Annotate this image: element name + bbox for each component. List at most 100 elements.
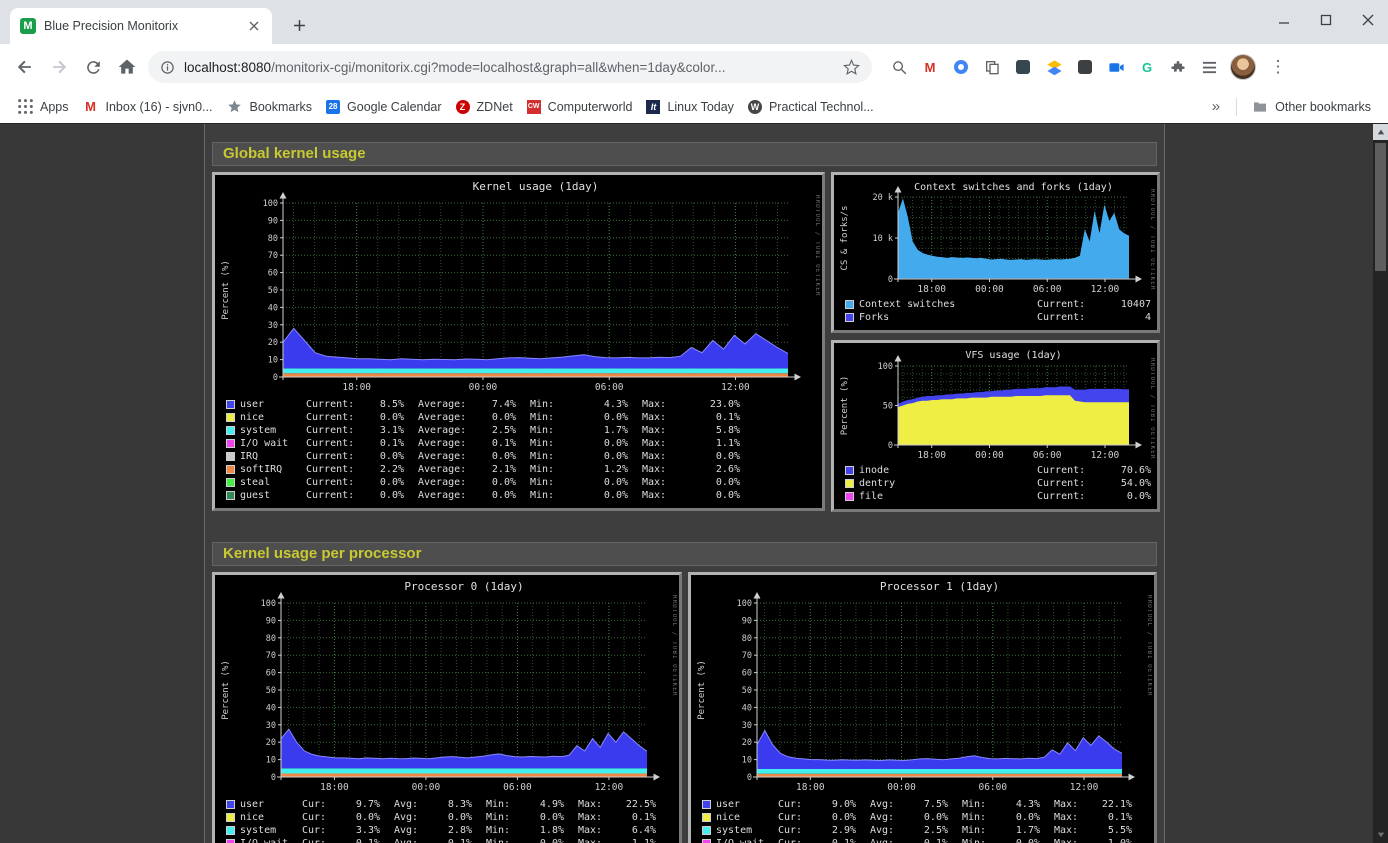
new-tab-button[interactable] [286, 12, 312, 38]
legend-row-system: systemCur:2.9%Avg:2.5%Min:1.7%Max:5.5% [702, 824, 1148, 837]
legend-stat-value: 4.9% [522, 799, 564, 810]
browser-menu-icon[interactable]: ⋮ [1266, 57, 1290, 77]
list-extension-icon[interactable] [1198, 56, 1220, 78]
context-switches-chart-panel[interactable]: 010 k20 k18:0000:0006:0012:00Context swi… [831, 172, 1160, 333]
vfs-usage-chart-panel[interactable]: 05010018:0000:0006:0012:00VFS usage (1da… [831, 340, 1160, 512]
legend-row-dentry: dentryCurrent:54.0% [845, 477, 1151, 490]
legend-swatch [845, 492, 854, 501]
browser-tab[interactable]: M Blue Precision Monitorix [10, 8, 272, 44]
scrollbar-down-icon[interactable] [1373, 827, 1388, 843]
bookmark-item-bookmarks[interactable]: Bookmarks [220, 96, 320, 118]
legend-swatch [702, 839, 711, 843]
legend-row-irq: IRQCurrent:0.0%Average:0.0%Min:0.0%Max:0… [226, 450, 816, 463]
bookmark-item-computerworld[interactable]: CWComputerworld [520, 97, 640, 117]
camera-extension-icon[interactable] [1105, 56, 1127, 78]
legend-stat-name: Min: [530, 425, 588, 436]
kernel-usage-legend: userCurrent:8.5%Average:7.4%Min:4.3%Max:… [217, 395, 820, 502]
grammarly-extension-icon[interactable]: G [1136, 56, 1158, 78]
page-scrollbar[interactable] [1373, 124, 1388, 843]
y-axis-tick-label: 90 [742, 616, 752, 626]
bookmark-item-zdnet[interactable]: ZZDNet [449, 97, 520, 117]
legend-stat-value: 0.1% [476, 438, 516, 449]
x-axis-tick-label: 00:00 [412, 782, 441, 793]
puzzle-extension-icon[interactable] [1167, 56, 1189, 78]
legend-stat-name: Max: [578, 812, 614, 823]
blue-circle-extension-icon[interactable] [950, 56, 972, 78]
x-axis-tick-label: 00:00 [469, 382, 498, 393]
legend-series-label: Forks [859, 312, 1037, 323]
legend-stat-name: Avg: [870, 812, 906, 823]
dark-app-extension-icon[interactable] [1012, 56, 1034, 78]
back-icon[interactable] [10, 52, 40, 82]
rrdtool-watermark: RRDTOOL / TOBI OETIKER [1149, 189, 1155, 290]
forward-icon[interactable] [44, 52, 74, 82]
url-text[interactable]: localhost:8080/monitorix-cgi/monitorix.c… [184, 60, 843, 75]
home-icon[interactable] [112, 52, 142, 82]
legend-row-user: userCur:9.0%Avg:7.5%Min:4.3%Max:22.1% [702, 798, 1148, 811]
legend-stat-name: Min: [962, 799, 998, 810]
y-axis-tick-label: 0 [888, 275, 893, 285]
url-bar[interactable]: localhost:8080/monitorix-cgi/monitorix.c… [148, 51, 872, 83]
legend-stat-value: 1.7% [588, 425, 628, 436]
dark-box-extension-icon[interactable] [1074, 56, 1096, 78]
bookmark-item-apps[interactable]: Apps [10, 96, 76, 118]
chart-title: VFS usage (1day) [965, 350, 1061, 361]
legend-series-label: I/O wait [240, 838, 302, 843]
maximize-button[interactable] [1318, 12, 1334, 28]
legend-stat-name: Avg: [394, 825, 430, 836]
legend-series-label: I/O wait [240, 438, 306, 449]
legend-stat-value: 0.0% [998, 838, 1040, 843]
legend-stat-name: Min: [962, 838, 998, 843]
legend-stat-name: Max: [642, 399, 700, 410]
y-axis-tick-label: 40 [742, 703, 752, 713]
kernel-usage-chart-panel[interactable]: 010203040506070809010018:0000:0006:0012:… [212, 172, 825, 511]
processor-0-chart-panel[interactable]: 010203040506070809010018:0000:0006:0012:… [212, 572, 682, 843]
reload-icon[interactable] [78, 52, 108, 82]
processor-1-chart: 010203040506070809010018:0000:0006:0012:… [693, 577, 1152, 795]
layers-extension-icon[interactable] [1043, 56, 1065, 78]
legend-row-user: userCurrent:8.5%Average:7.4%Min:4.3%Max:… [226, 398, 816, 411]
bookmarks-overflow-chevron[interactable]: » [1204, 98, 1228, 115]
y-axis-tick-label: 90 [266, 616, 276, 626]
tab-close-icon[interactable] [246, 18, 262, 34]
legend-stat-value: 0.0% [364, 451, 404, 462]
legend-stat-value: 0.0% [700, 490, 740, 501]
scrollbar-up-icon[interactable] [1373, 124, 1388, 140]
legend-stat-value: 4 [1097, 312, 1151, 323]
bookmark-star-icon[interactable] [843, 59, 860, 76]
minimize-button[interactable] [1276, 12, 1292, 28]
legend-stat-value: 9.0% [814, 799, 856, 810]
legend-series-label: file [859, 491, 1037, 502]
y-axis-tick-label: 100 [737, 599, 752, 609]
bookmark-item-practical-technol[interactable]: WPractical Technol... [741, 97, 881, 117]
chart-svg-ctx: 010 k20 k18:0000:0006:0012:00Context swi… [836, 177, 1155, 295]
page-info-icon[interactable] [160, 60, 175, 75]
bookmarks-bar: AppsMInbox (16) - sjvn0...Bookmarks28Goo… [0, 90, 1388, 123]
profile-avatar[interactable] [1230, 54, 1256, 80]
scrollbar-thumb[interactable] [1375, 143, 1386, 271]
legend-stat-value: 70.6% [1097, 465, 1151, 476]
y-axis-tick-label: 0 [273, 373, 278, 383]
legend-stat-name: Average: [418, 490, 476, 501]
legend-stat-name: Average: [418, 477, 476, 488]
legend-stat-name: Avg: [394, 799, 430, 810]
global-kernel-charts-row: 010203040506070809010018:0000:0006:0012:… [212, 172, 1157, 512]
x-axis-tick-label: 06:00 [1033, 284, 1062, 295]
other-bookmarks-button[interactable]: Other bookmarks [1245, 96, 1378, 118]
bookmark-item-inbox-16-sjvn0[interactable]: MInbox (16) - sjvn0... [76, 96, 220, 118]
copy-extension-icon[interactable] [981, 56, 1003, 78]
bookmark-item-google-calendar[interactable]: 28Google Calendar [319, 97, 449, 117]
search-extension-icon[interactable] [888, 56, 910, 78]
legend-stat-name: Max: [1054, 825, 1090, 836]
legend-stat-name: Min: [530, 451, 588, 462]
legend-stat-value: 0.1% [700, 412, 740, 423]
legend-series-label: dentry [859, 478, 1037, 489]
bookmark-item-linux-today[interactable]: ItLinux Today [639, 97, 741, 117]
gmail-extension-icon[interactable]: M [919, 56, 941, 78]
window-close-button[interactable] [1360, 12, 1376, 28]
processor-1-chart-panel[interactable]: 010203040506070809010018:0000:0006:0012:… [688, 572, 1157, 843]
x-axis-tick-label: 18:00 [917, 450, 946, 461]
legend-stat-name: Min: [530, 477, 588, 488]
x-axis-tick-label: 00:00 [975, 284, 1004, 295]
legend-row-guest: guestCurrent:0.0%Average:0.0%Min:0.0%Max… [226, 489, 816, 502]
